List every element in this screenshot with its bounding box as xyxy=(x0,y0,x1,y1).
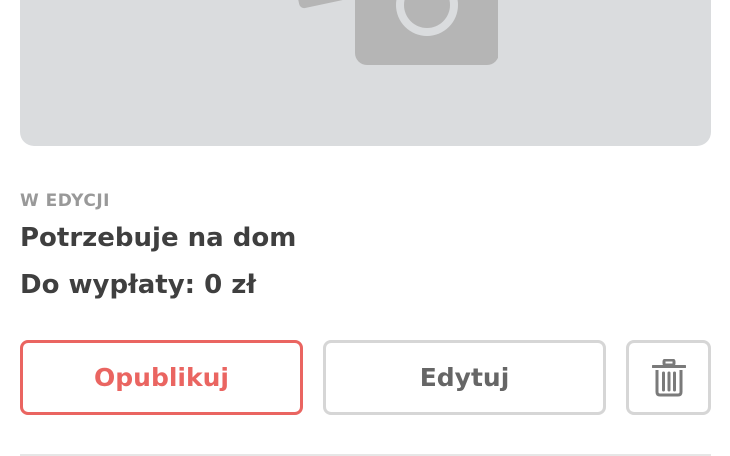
delete-button[interactable] xyxy=(626,340,711,415)
fundraiser-card: W EDYCJI Potrzebuje na dom Do wypłaty: 0… xyxy=(0,0,730,456)
publish-button-label: Opublikuj xyxy=(94,363,229,392)
camera-icon xyxy=(293,0,498,65)
image-placeholder[interactable] xyxy=(20,0,711,146)
status-label: W EDYCJI xyxy=(20,191,110,211)
trash-icon xyxy=(651,358,686,396)
publish-button[interactable]: Opublikuj xyxy=(20,340,303,415)
payout-amount: Do wypłaty: 0 zł xyxy=(20,270,257,300)
edit-button-label: Edytuj xyxy=(419,363,510,392)
edit-button[interactable]: Edytuj xyxy=(323,340,606,415)
fundraiser-title: Potrzebuje na dom xyxy=(20,223,297,253)
